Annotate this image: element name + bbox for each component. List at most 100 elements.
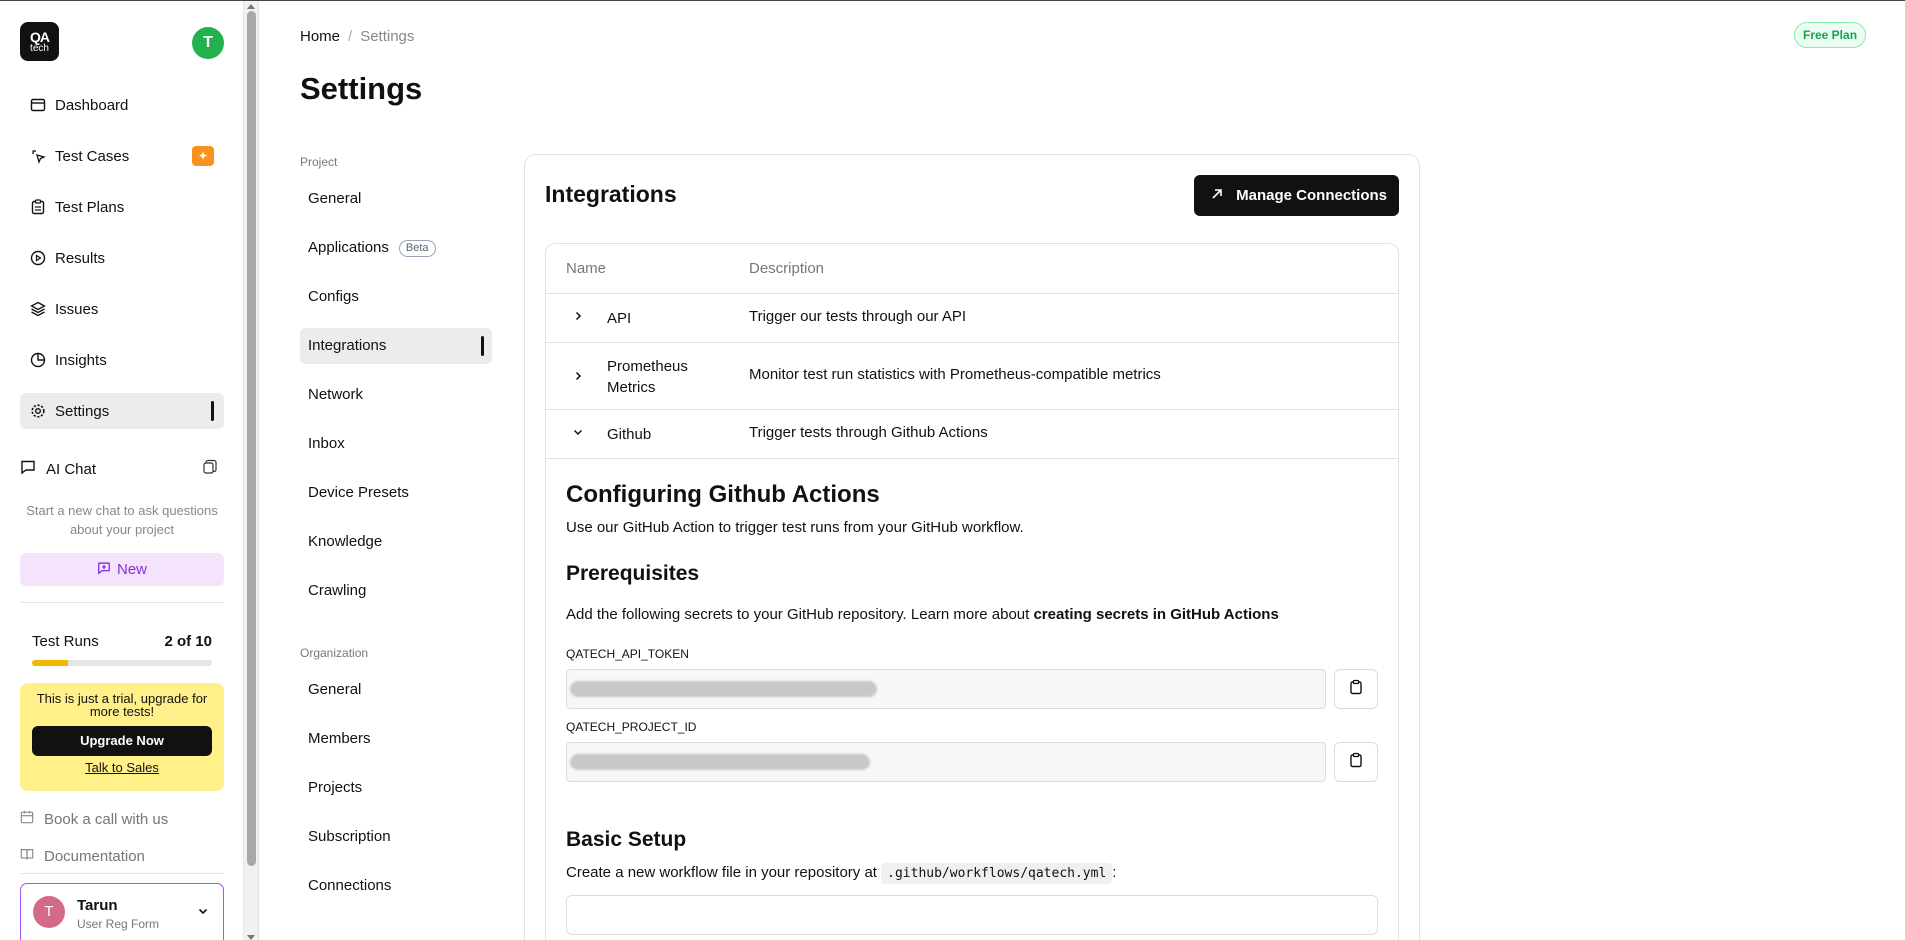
github-expanded-content: Configuring Github Actions Use our GitHu… — [546, 459, 1398, 935]
sidebar-item-test-cases[interactable]: Test Cases ✦ — [20, 138, 224, 174]
table-row-github[interactable]: Github Trigger tests through Github Acti… — [546, 410, 1398, 459]
clipboard-icon — [1348, 679, 1364, 699]
scroll-down-icon[interactable] — [247, 935, 255, 940]
user-switcher[interactable]: T Tarun User Reg Form — [20, 883, 224, 940]
copy-project-id-button[interactable] — [1334, 742, 1378, 782]
settings-item-network[interactable]: Network — [300, 377, 492, 413]
breadcrumb-separator: / — [348, 28, 353, 45]
settings-item-device-presets[interactable]: Device Presets — [300, 475, 492, 511]
settings-item-knowledge[interactable]: Knowledge — [300, 524, 492, 560]
table-row-prometheus[interactable]: Prometheus Metrics Monitor test run stat… — [546, 343, 1398, 410]
redacted-value — [570, 681, 877, 697]
sidebar-item-label: Dashboard — [55, 96, 129, 114]
sidebar-item-dashboard[interactable]: Dashboard — [20, 87, 224, 123]
secrets-docs-link[interactable]: creating secrets in GitHub Actions — [1033, 606, 1278, 623]
sidebar-item-insights[interactable]: Insights — [20, 342, 224, 378]
qa-tech-logo[interactable]: QA tech — [20, 22, 59, 61]
project-id-field[interactable] — [566, 742, 1326, 782]
scroll-thumb[interactable] — [247, 11, 256, 866]
arrow-up-right-icon — [1210, 187, 1224, 205]
sidebar-item-issues[interactable]: Issues — [20, 291, 224, 327]
talk-to-sales-link[interactable]: Talk to Sales — [20, 760, 224, 775]
book-call-link[interactable]: Book a call with us — [20, 810, 168, 828]
settings-item-general[interactable]: General — [300, 181, 492, 217]
manage-connections-button[interactable]: Manage Connections — [1194, 175, 1399, 216]
settings-item-configs[interactable]: Configs — [300, 279, 492, 315]
workflow-path: .github/workflows/qatech.yml — [881, 863, 1113, 884]
user-avatar[interactable]: T — [192, 27, 224, 59]
api-token-field[interactable] — [566, 669, 1326, 709]
chevron-down-icon[interactable] — [572, 425, 584, 442]
breadcrumb: Home / Settings — [300, 28, 414, 45]
divider — [20, 873, 224, 874]
ai-chat-header: AI Chat — [20, 459, 224, 479]
integration-name: Github — [607, 426, 652, 443]
secret-label-project-id: QATECH_PROJECT_ID — [566, 720, 697, 734]
redacted-value — [570, 754, 870, 770]
secret-label-api-token: QATECH_API_TOKEN — [566, 647, 689, 661]
sidebar-item-settings[interactable]: Settings — [20, 393, 224, 429]
integration-name: API — [607, 310, 632, 327]
integration-description: Trigger our tests through our API — [749, 308, 967, 325]
github-intro: Use our GitHub Action to trigger test ru… — [566, 519, 1024, 536]
clipboard-icon — [1348, 752, 1364, 772]
main-content: Home / Settings Free Plan Settings Project… — [260, 1, 1905, 940]
settings-item-org-general[interactable]: General — [300, 672, 492, 708]
table-header: Name Description — [546, 244, 1398, 294]
settings-group-organization: Organization — [300, 646, 369, 660]
page-title: Settings — [300, 71, 423, 106]
clipboard-icon — [30, 199, 46, 215]
sidebar-item-label: Settings — [55, 402, 110, 420]
basic-setup-heading: Basic Setup — [566, 828, 687, 851]
integrations-title: Integrations — [545, 181, 677, 207]
workflow-code-block — [566, 895, 1378, 935]
test-cases-icon — [30, 148, 46, 164]
integration-name: Prometheus Metrics — [607, 358, 688, 396]
new-chat-button[interactable]: New — [20, 553, 224, 586]
column-header-description: Description — [749, 260, 825, 277]
settings-item-crawling[interactable]: Crawling — [300, 573, 492, 609]
chevron-down-icon — [197, 904, 209, 921]
secret-row-api-token — [566, 669, 1378, 709]
gear-icon — [30, 403, 46, 419]
chat-history-icon[interactable] — [202, 459, 218, 479]
settings-item-connections[interactable]: Connections — [300, 868, 492, 904]
chat-icon — [20, 459, 38, 479]
sparkle-icon: ✦ — [192, 146, 214, 166]
table-row-api[interactable]: API Trigger our tests through our API — [546, 294, 1398, 343]
user-project: User Reg Form — [77, 917, 160, 931]
documentation-link[interactable]: Documentation — [20, 847, 145, 865]
sidebar-item-test-plans[interactable]: Test Plans — [20, 189, 224, 225]
basic-setup-text: Create a new workflow file in your repos… — [566, 863, 1378, 884]
sidebar-scrollbar[interactable] — [244, 1, 259, 940]
settings-item-subscription[interactable]: Subscription — [300, 819, 492, 855]
test-runs-progress — [32, 660, 212, 666]
sidebar-item-label: Issues — [55, 300, 99, 318]
prerequisites-heading: Prerequisites — [566, 562, 700, 585]
divider — [20, 602, 224, 603]
secret-row-project-id — [566, 742, 1378, 782]
settings-item-applications[interactable]: Applications Beta — [300, 230, 492, 266]
integration-description: Trigger tests through Github Actions — [749, 424, 988, 441]
user-card-avatar: T — [33, 896, 65, 928]
sidebar-item-label: Results — [55, 249, 106, 267]
copy-api-token-button[interactable] — [1334, 669, 1378, 709]
settings-item-integrations[interactable]: Integrations — [300, 328, 492, 364]
prerequisites-text: Add the following secrets to your GitHub… — [566, 606, 1279, 623]
sidebar-item-results[interactable]: Results — [20, 240, 224, 276]
settings-item-projects[interactable]: Projects — [300, 770, 492, 806]
pie-chart-icon — [30, 352, 46, 368]
scroll-up-icon[interactable] — [247, 4, 255, 9]
sidebar-item-label: Test Plans — [55, 198, 125, 216]
chevron-right-icon[interactable] — [572, 369, 584, 386]
upgrade-now-button[interactable]: Upgrade Now — [32, 726, 212, 756]
breadcrumb-home[interactable]: Home — [300, 28, 340, 45]
sidebar-item-label: Insights — [55, 351, 107, 369]
test-runs-label: Test Runs — [32, 633, 99, 650]
upgrade-message: This is just a trial, upgrade for more t… — [36, 691, 208, 719]
ai-chat-label: AI Chat — [46, 460, 97, 478]
settings-item-inbox[interactable]: Inbox — [300, 426, 492, 462]
chevron-right-icon[interactable] — [572, 309, 584, 326]
settings-item-members[interactable]: Members — [300, 721, 492, 757]
layers-icon — [30, 301, 46, 317]
